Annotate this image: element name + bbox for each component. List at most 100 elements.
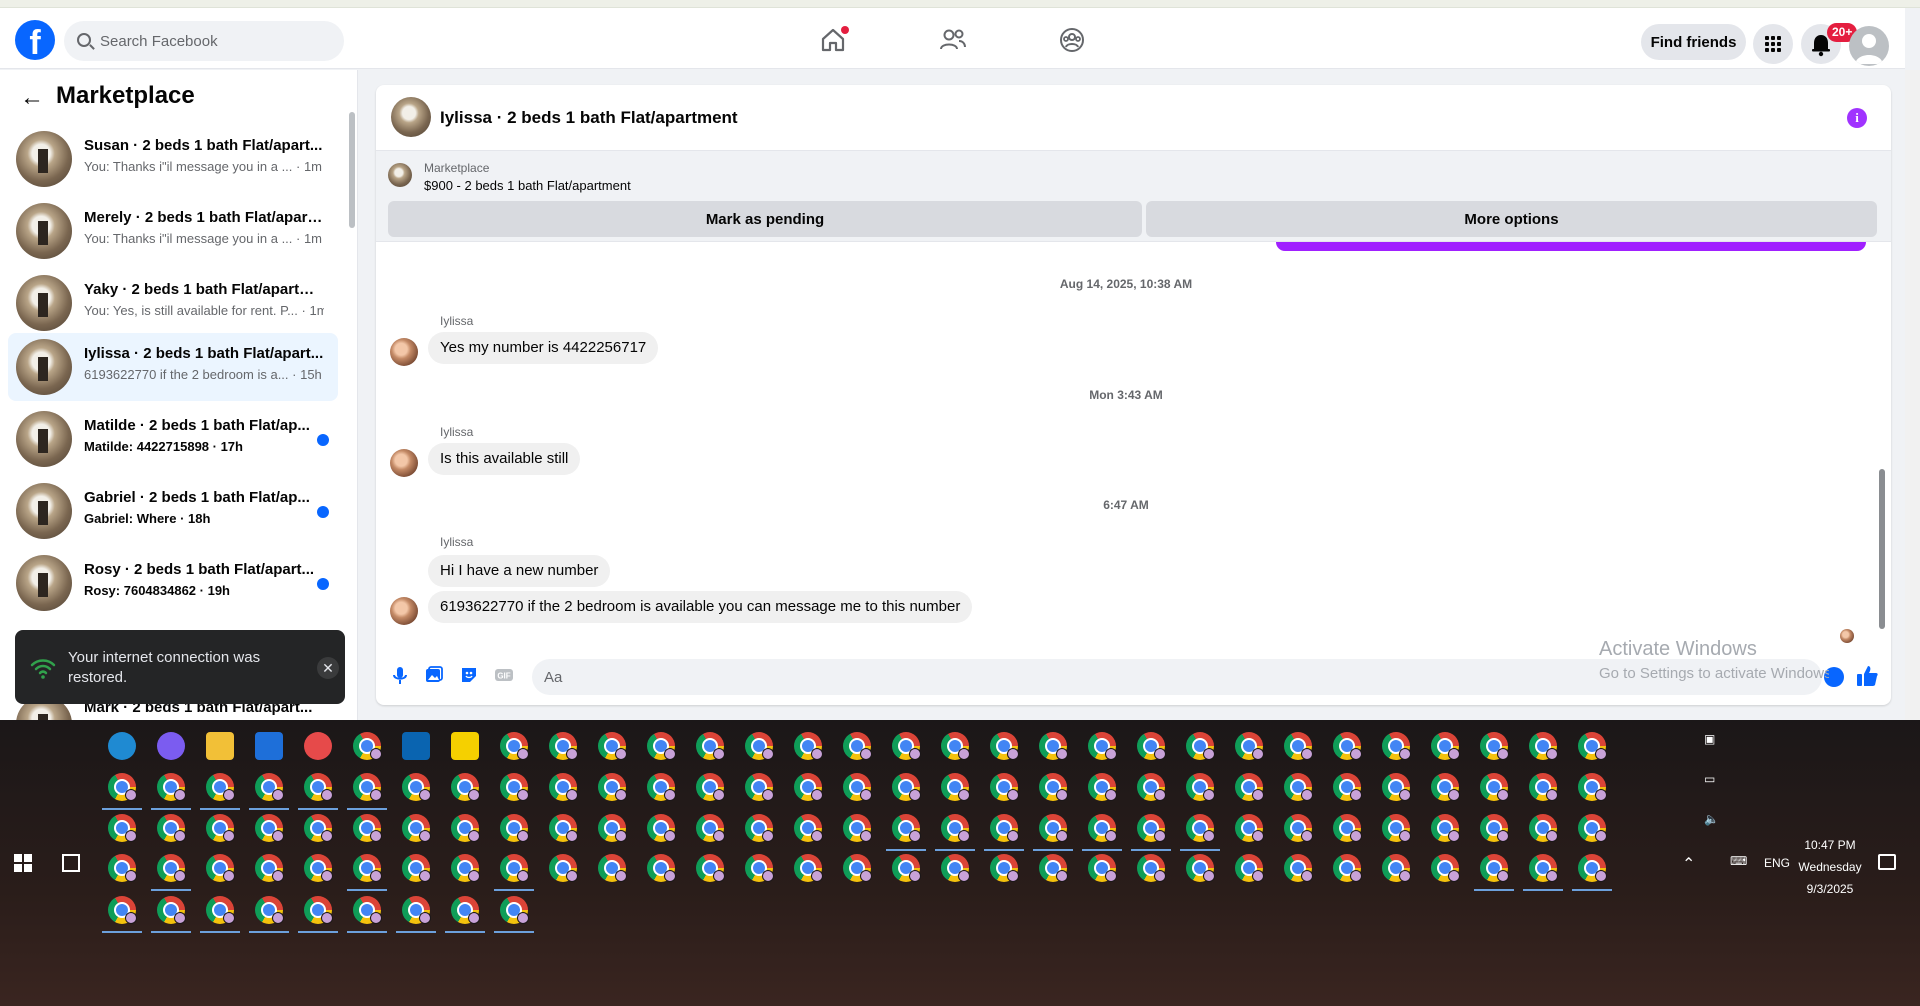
groups-icon[interactable] [1054,22,1090,58]
chrome-icon[interactable] [304,773,333,801]
friends-icon[interactable] [935,22,971,58]
chrome-icon[interactable] [892,854,921,882]
sender-avatar[interactable] [390,597,418,625]
chrome-icon[interactable] [451,773,480,801]
message-bubble[interactable]: Is this available still [428,443,581,475]
chat-scrollbar[interactable] [1876,247,1888,647]
mark-as-pending-button[interactable]: Mark as pending [388,201,1142,237]
message-bubble[interactable]: Hi I have a new number [428,555,611,587]
chrome-icon[interactable] [353,854,382,882]
chrome-icon[interactable] [1284,814,1313,842]
chrome-icon[interactable] [1431,814,1460,842]
conversation-list-scrollbar[interactable] [348,100,356,720]
chrome-icon[interactable] [1529,732,1558,760]
toast-close-button[interactable]: ✕ [317,657,339,679]
chrome-icon[interactable] [1284,773,1313,801]
sender-avatar[interactable] [390,338,418,366]
chrome-icon[interactable] [1186,814,1215,842]
conversation-item[interactable]: Rosy · 2 beds 1 bath Flat/apart... Rosy:… [8,549,338,617]
chrome-icon[interactable] [1088,732,1117,760]
chrome-icon[interactable] [794,773,823,801]
chrome-icon[interactable] [157,814,186,842]
chrome-icon[interactable] [1088,854,1117,882]
gif-icon[interactable]: GIF [494,665,514,685]
chrome-icon[interactable] [941,732,970,760]
chrome-icon[interactable] [255,773,284,801]
taskbar-clock[interactable]: 10:47 PM Wednesday 9/3/2025 [1790,834,1870,900]
store-icon[interactable] [255,732,283,760]
chrome-icon[interactable] [1578,814,1607,842]
chrome-icon[interactable] [157,896,186,924]
chrome-icon[interactable] [1039,773,1068,801]
chrome-icon[interactable] [549,773,578,801]
conversation-item[interactable]: Merely · 2 beds 1 bath Flat/apart... You… [8,197,338,265]
chrome-icon[interactable] [1333,732,1362,760]
chrome-icon[interactable] [1431,773,1460,801]
chrome-icon[interactable] [1382,773,1411,801]
chrome-icon[interactable] [108,854,137,882]
chrome-icon[interactable] [990,854,1019,882]
chrome-icon[interactable] [1088,773,1117,801]
chrome-icon[interactable] [304,814,333,842]
chrome-icon[interactable] [549,854,578,882]
chrome-icon[interactable] [1235,814,1264,842]
conversation-item[interactable]: Susan · 2 beds 1 bath Flat/apart... You:… [8,125,338,193]
chrome-icon[interactable] [402,814,431,842]
app-icon[interactable] [304,732,332,760]
chrome-icon[interactable] [451,896,480,924]
chrome-icon[interactable] [1529,854,1558,882]
chrome-icon[interactable] [843,814,872,842]
sticker-icon[interactable] [459,665,479,685]
chrome-icon[interactable] [402,773,431,801]
chrome-icon[interactable] [1235,854,1264,882]
microphone-icon[interactable] [390,665,410,685]
chrome-icon[interactable] [598,854,627,882]
chrome-icon[interactable] [451,814,480,842]
chrome-icon[interactable] [1529,773,1558,801]
chrome-icon[interactable] [402,896,431,924]
chrome-icon[interactable] [157,773,186,801]
chrome-icon[interactable] [304,854,333,882]
info-icon[interactable]: i [1847,108,1867,128]
chrome-icon[interactable] [500,814,529,842]
chrome-icon[interactable] [1186,732,1215,760]
chrome-icon[interactable] [598,732,627,760]
like-thumb-icon[interactable] [1854,663,1880,689]
chrome-icon[interactable] [941,854,970,882]
chrome-icon[interactable] [1431,732,1460,760]
chrome-icon[interactable] [108,896,137,924]
tray-display-icon[interactable]: ▭ [1704,772,1715,786]
message-bubble[interactable]: Yes my number is 4422256717 [428,332,659,364]
chrome-icon[interactable] [941,814,970,842]
chrome-icon[interactable] [500,854,529,882]
scrollbar-thumb[interactable] [349,112,355,228]
chat-listing-avatar[interactable] [391,97,431,137]
chrome-icon[interactable] [353,773,382,801]
chrome-icon[interactable] [206,896,235,924]
chrome-icon[interactable] [500,732,529,760]
tray-volume-icon[interactable]: 🔈 [1704,812,1719,826]
listing-thumbnail[interactable] [388,163,412,187]
chrome-icon[interactable] [696,773,725,801]
search-input[interactable] [100,21,330,61]
scrollbar-thumb[interactable] [1879,469,1885,629]
chrome-icon[interactable] [745,854,774,882]
chrome-icon[interactable] [206,814,235,842]
language-indicator[interactable]: ENG [1764,856,1790,870]
chrome-icon[interactable] [108,814,137,842]
chrome-icon[interactable] [1382,814,1411,842]
more-options-button[interactable]: More options [1146,201,1877,237]
chrome-icon[interactable] [353,732,382,760]
chrome-icon[interactable] [157,854,186,882]
chrome-icon[interactable] [843,773,872,801]
chrome-icon[interactable] [1480,814,1509,842]
chrome-icon[interactable] [353,896,382,924]
conversation-item[interactable]: Matilde · 2 beds 1 bath Flat/ap... Matil… [8,405,338,473]
sticky-notes-icon[interactable] [451,732,479,760]
search-box[interactable] [64,21,344,61]
chrome-icon[interactable] [1039,732,1068,760]
menu-button[interactable] [1753,24,1793,64]
chrome-icon[interactable] [255,854,284,882]
windows-start-icon[interactable] [14,854,32,872]
chrome-icon[interactable] [1480,773,1509,801]
